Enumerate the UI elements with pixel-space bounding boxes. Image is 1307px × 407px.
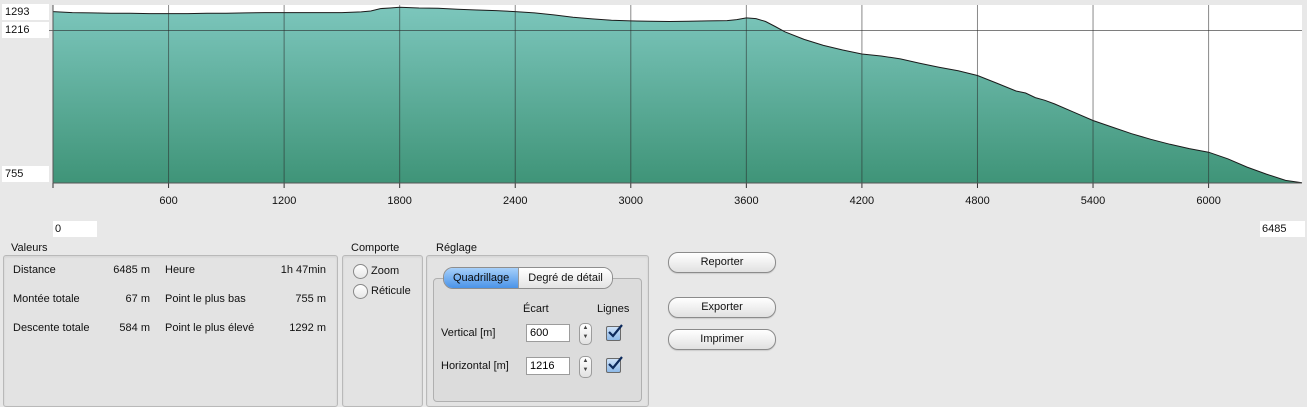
x-tick-label: 3000 <box>619 195 643 207</box>
point-eleve-label: Point le plus élevé <box>165 322 255 334</box>
x-tick-label: 3600 <box>734 195 758 207</box>
horizontal-stepper[interactable]: ▲ ▼ <box>579 356 592 378</box>
comporte-title: Comporte <box>351 242 400 254</box>
point-bas-label: Point le plus bas <box>165 293 246 305</box>
horizontal-label: Horizontal [m] <box>441 360 509 372</box>
checkmark-icon <box>608 356 623 370</box>
zoom-radio[interactable] <box>353 264 368 279</box>
descente-label: Descente totale <box>13 322 90 334</box>
vertical-spacing-input[interactable] <box>526 324 570 342</box>
y-axis-max-label: 1293 <box>2 4 49 20</box>
reglage-tabbar: Quadrillage Degré de détail <box>443 267 613 289</box>
x-range-start: 0 <box>53 221 97 237</box>
distance-label: Distance <box>13 264 56 276</box>
vertical-stepper[interactable]: ▲ ▼ <box>579 323 592 345</box>
x-tick-label: 4200 <box>850 195 874 207</box>
tab-quadrillage[interactable]: Quadrillage <box>444 268 519 288</box>
comporte-panel <box>342 255 423 407</box>
valeurs-title: Valeurs <box>11 242 48 254</box>
ecart-header: Écart <box>523 303 549 315</box>
reglage-title: Réglage <box>436 242 477 254</box>
reticule-label[interactable]: Réticule <box>371 285 411 297</box>
distance-value: 6485 m <box>113 264 150 276</box>
horizontal-lines-checkbox[interactable] <box>606 356 623 373</box>
tab-degre-detail[interactable]: Degré de détail <box>518 268 612 288</box>
montee-value: 67 m <box>125 293 150 305</box>
x-tick-label: 5400 <box>1081 195 1105 207</box>
x-tick-label: 6000 <box>1196 195 1220 207</box>
checkmark-icon <box>608 324 623 338</box>
elevation-profile-svg[interactable]: 600 1200 1800 2400 3000 3600 4200 4800 5400 6000 <box>0 0 1307 215</box>
elevation-chart[interactable]: 600 1200 1800 2400 3000 3600 4200 4800 5400 6000 … <box>0 0 1307 240</box>
vertical-lines-checkbox[interactable] <box>606 324 623 341</box>
vertical-label: Vertical [m] <box>441 327 496 339</box>
point-eleve-value: 1292 m <box>289 322 326 334</box>
lignes-header: Lignes <box>597 303 630 315</box>
exporter-button[interactable]: Exporter <box>668 297 776 318</box>
x-tick-label: 2400 <box>503 195 527 207</box>
x-tick-label: 4800 <box>965 195 989 207</box>
zoom-label[interactable]: Zoom <box>371 265 399 277</box>
reporter-button[interactable]: Reporter <box>668 252 776 273</box>
heure-value: 1h 47min <box>280 264 326 276</box>
x-tick-label: 1200 <box>272 195 296 207</box>
montee-label: Montée totale <box>13 293 80 305</box>
reticule-radio[interactable] <box>353 284 368 299</box>
x-range-end: 6485 <box>1260 221 1305 237</box>
y-axis-grid-label: 1216 <box>2 22 49 38</box>
x-tick-label: 1800 <box>387 195 411 207</box>
x-tick-label: 600 <box>159 195 177 207</box>
horizontal-spacing-input[interactable] <box>526 357 570 375</box>
point-bas-value: 755 m <box>295 293 326 305</box>
y-axis-min-label: 755 <box>2 166 49 182</box>
descente-value: 584 m <box>119 322 150 334</box>
imprimer-button[interactable]: Imprimer <box>668 329 776 350</box>
heure-label: Heure <box>165 264 195 276</box>
